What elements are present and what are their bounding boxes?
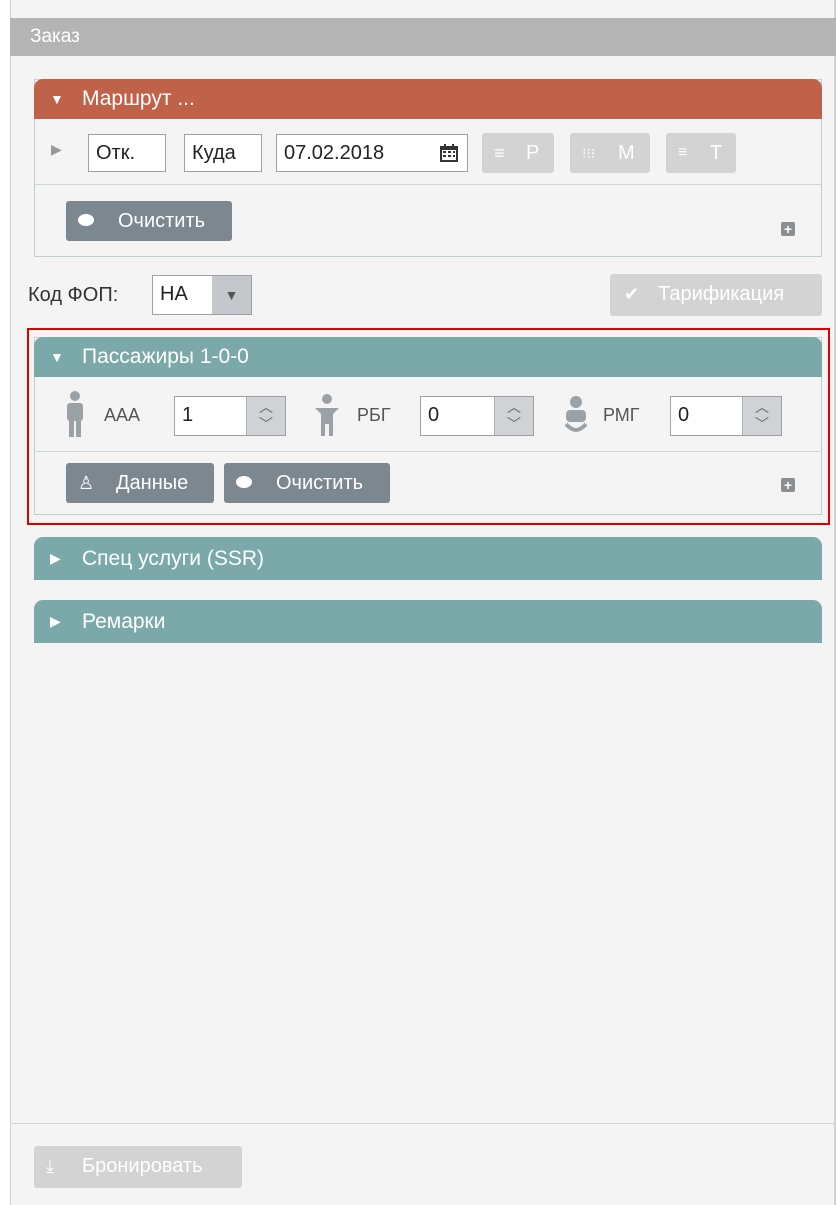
route-clear-label: Очистить xyxy=(118,210,206,232)
expand-right-icon: ▶ xyxy=(50,550,61,566)
chevron-down-icon[interactable]: ﹀ xyxy=(247,416,285,432)
add-passenger-icon[interactable]: + xyxy=(781,478,795,492)
ssr-title: Спец услуги (SSR) xyxy=(82,547,264,570)
route-title: Маршрут ... xyxy=(82,87,195,110)
chevron-up-icon[interactable]: ︿ xyxy=(495,399,533,415)
chevron-down-icon[interactable]: ﹀ xyxy=(743,416,781,432)
check-icon: ✔ xyxy=(624,284,640,304)
tariff-list-icon: ≡ xyxy=(678,144,688,161)
p-button[interactable]: ≡ Р xyxy=(482,133,554,173)
infant-stepper[interactable]: ︿ ﹀ xyxy=(742,397,781,435)
book-button[interactable]: ⤓ Бронировать xyxy=(34,1146,242,1188)
to-input[interactable]: Куда xyxy=(184,134,262,172)
tariff-label: Тарификация xyxy=(658,283,785,305)
eraser-icon xyxy=(236,476,252,488)
expand-right-icon[interactable]: ▶ xyxy=(51,141,62,158)
data-button[interactable]: ♙ Данные xyxy=(66,463,214,503)
infant-count-value: 0 xyxy=(678,404,690,426)
divider xyxy=(34,184,822,185)
p-button-label: Р xyxy=(526,142,540,164)
passengers-title: Пассажиры 1-0-0 xyxy=(82,345,249,368)
panel-title: Заказ xyxy=(10,18,836,56)
collapse-down-icon: ▼ xyxy=(50,349,64,365)
infant-icon xyxy=(562,396,590,436)
data-button-label: Данные xyxy=(116,472,189,494)
grid-icon: ⁝⁝⁝ xyxy=(582,145,596,161)
date-value: 07.02.2018 xyxy=(284,142,385,164)
remarks-header[interactable]: ▶ Ремарки xyxy=(34,600,822,643)
chevron-up-icon[interactable]: ︿ xyxy=(743,399,781,415)
tariff-button[interactable]: ✔ Тарификация xyxy=(610,274,822,316)
route-header[interactable]: ▼ Маршрут ... xyxy=(34,79,822,119)
adult-stepper[interactable]: ︿ ﹀ xyxy=(246,397,285,435)
add-route-icon[interactable]: + xyxy=(781,222,795,236)
expand-right-icon: ▶ xyxy=(50,613,61,629)
download-icon: ⤓ xyxy=(46,1156,54,1176)
fop-value: НА xyxy=(160,283,188,305)
passengers-clear-label: Очистить xyxy=(276,472,364,494)
child-person-icon xyxy=(313,394,341,436)
chevron-up-icon[interactable]: ︿ xyxy=(247,399,285,415)
adult-label: ААА xyxy=(104,405,141,425)
child-stepper[interactable]: ︿ ﹀ xyxy=(494,397,533,435)
from-input[interactable]: Отк. xyxy=(88,134,166,172)
adult-person-icon xyxy=(64,391,86,437)
ssr-header[interactable]: ▶ Спец услуги (SSR) xyxy=(34,537,822,580)
passengers-clear-button[interactable]: Очистить xyxy=(224,463,390,503)
child-label: РБГ xyxy=(357,405,391,425)
adult-count-value: 1 xyxy=(182,404,194,426)
t-button[interactable]: ≡ Т xyxy=(666,133,736,173)
chevron-down-icon[interactable]: ﹀ xyxy=(495,416,533,432)
m-button[interactable]: ⁝⁝⁝ М xyxy=(570,133,650,173)
t-button-label: Т xyxy=(710,142,723,164)
collapse-down-icon: ▼ xyxy=(50,91,64,107)
infant-label: РМГ xyxy=(603,405,640,425)
eraser-icon xyxy=(78,214,94,226)
remarks-title: Ремарки xyxy=(82,610,166,633)
footer-divider xyxy=(10,1123,836,1124)
book-button-label: Бронировать xyxy=(82,1155,203,1177)
divider xyxy=(34,451,822,452)
user-icon: ♙ xyxy=(78,473,95,493)
list-icon: ≡ xyxy=(494,143,505,163)
child-count-value: 0 xyxy=(428,404,440,426)
calendar-icon[interactable] xyxy=(430,135,467,171)
chevron-down-icon[interactable]: ▼ xyxy=(212,276,251,314)
route-clear-button[interactable]: Очистить xyxy=(66,201,232,241)
m-button-label: М xyxy=(618,142,635,164)
fop-label: Код ФОП: xyxy=(28,284,119,306)
passengers-header[interactable]: ▼ Пассажиры 1-0-0 xyxy=(34,337,822,377)
